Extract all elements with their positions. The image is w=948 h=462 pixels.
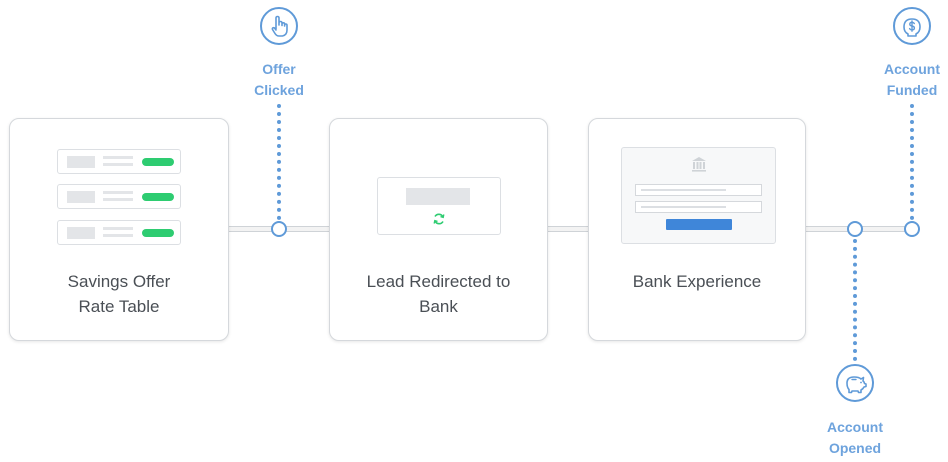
rate-pill	[142, 229, 174, 237]
connector-line	[547, 226, 589, 232]
dollar-piggy-icon	[893, 7, 931, 45]
bank-form-field	[635, 201, 762, 213]
milestone-node-offer-clicked	[271, 221, 287, 237]
bank-form-field	[635, 184, 762, 196]
step-card-bank: Bank Experience	[588, 118, 806, 341]
step-label: Lead Redirected to Bank	[366, 272, 511, 316]
bank-icon	[692, 157, 706, 172]
step-label: Bank Experience	[632, 272, 762, 291]
bank-form-panel	[621, 147, 776, 244]
milestone-label-account-opened: Account Opened	[827, 419, 883, 456]
milestone-label-offer-clicked: Offer Clicked	[254, 61, 304, 98]
milestone-node-account-opened	[847, 221, 863, 237]
dotted-connector	[853, 239, 857, 361]
step-card-redirect: Lead Redirected to Bank	[329, 118, 548, 341]
hand-pointer-icon	[260, 7, 298, 45]
milestone-node-account-funded	[904, 221, 920, 237]
rate-table-row	[57, 149, 181, 174]
rate-table-row	[57, 220, 181, 245]
dotted-connector	[910, 104, 914, 220]
milestone-label-account-funded: Account Funded	[884, 61, 940, 98]
rate-table-row	[57, 184, 181, 209]
step-label: Savings Offer Rate Table	[67, 272, 171, 316]
bank-form-button	[666, 219, 732, 230]
funnel-diagram: Savings Offer Rate Table Lead Redirected…	[0, 0, 948, 462]
step-card-rate-table: Savings Offer Rate Table	[9, 118, 229, 341]
rate-pill	[142, 158, 174, 166]
redirect-panel	[377, 177, 501, 235]
rate-pill	[142, 193, 174, 201]
refresh-icon	[433, 213, 445, 225]
piggy-bank-icon	[836, 364, 874, 402]
dotted-connector	[277, 104, 281, 220]
